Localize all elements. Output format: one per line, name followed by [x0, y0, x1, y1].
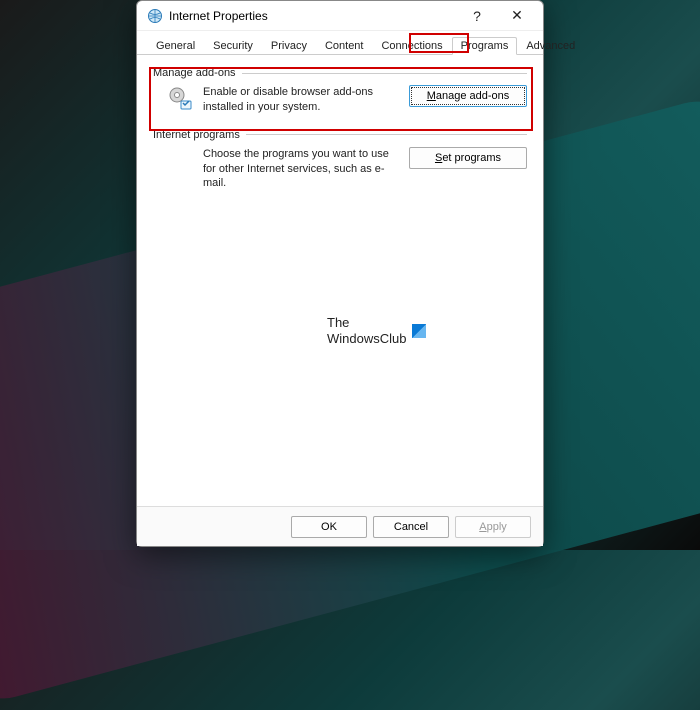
watermark-line1: The [327, 315, 406, 331]
tab-programs[interactable]: Programs [452, 37, 518, 55]
window-title: Internet Properties [169, 9, 457, 23]
manage-addons-group: Manage add-ons Enable or disable browser… [153, 67, 527, 119]
manage-addons-title-text: Manage add-ons [153, 67, 236, 79]
mnemonic: M [427, 90, 436, 102]
internet-programs-title-text: Internet programs [153, 129, 240, 141]
internet-programs-group: Internet programs Choose the programs yo… [153, 129, 527, 196]
dialog-buttons: OK Cancel Apply [137, 506, 543, 546]
help-button[interactable]: ? [457, 2, 497, 30]
internet-programs-description: Choose the programs you want to use for … [203, 147, 401, 192]
watermark-logo: The WindowsClub [327, 315, 426, 348]
tab-connections[interactable]: Connections [372, 37, 451, 54]
divider [246, 134, 527, 135]
internet-programs-title: Internet programs [153, 129, 527, 141]
watermark-line2: WindowsClub [327, 331, 406, 347]
set-programs-button[interactable]: Set programs [409, 147, 527, 169]
tab-advanced[interactable]: Advanced [517, 37, 584, 54]
globe-icon [147, 8, 163, 24]
tab-security[interactable]: Security [204, 37, 262, 54]
spacer-icon [167, 147, 195, 175]
manage-addons-button[interactable]: Manage add-ons [409, 85, 527, 107]
internet-properties-dialog: Internet Properties ? ✕ General Security… [136, 0, 544, 547]
addons-icon [167, 85, 195, 113]
tab-content-area: Manage add-ons Enable or disable browser… [137, 55, 543, 506]
close-button[interactable]: ✕ [497, 2, 537, 30]
manage-addons-title: Manage add-ons [153, 67, 527, 79]
apply-button[interactable]: Apply [455, 516, 531, 538]
titlebar: Internet Properties ? ✕ [137, 1, 543, 31]
tab-content[interactable]: Content [316, 37, 373, 54]
mnemonic: S [435, 152, 442, 164]
windows-logo-icon [412, 324, 426, 338]
manage-addons-description: Enable or disable browser add-ons instal… [203, 85, 401, 115]
divider [242, 73, 527, 74]
tab-privacy[interactable]: Privacy [262, 37, 316, 54]
cancel-button[interactable]: Cancel [373, 516, 449, 538]
tab-general[interactable]: General [147, 37, 204, 54]
ok-button[interactable]: OK [291, 516, 367, 538]
tab-bar: General Security Privacy Content Connect… [137, 31, 543, 55]
